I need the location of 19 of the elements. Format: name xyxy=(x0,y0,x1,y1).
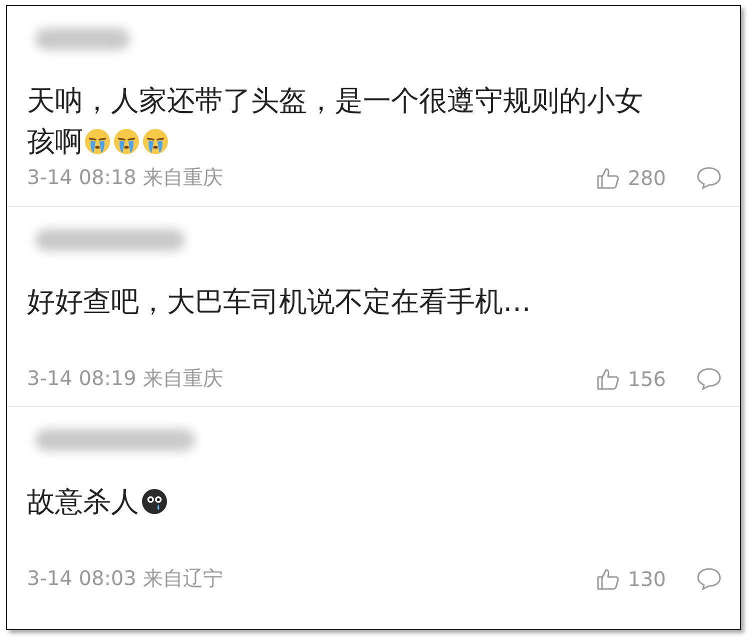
like-count: 130 xyxy=(628,566,666,590)
thumbs-up-icon[interactable] xyxy=(596,166,620,190)
comment-text: 天呐，人家还带了头盔，是一个很遵守规则的小女孩啊 xyxy=(27,83,644,160)
crying-face-icon xyxy=(113,128,140,155)
crying-face-icon xyxy=(142,128,169,155)
comment-meta: 3-14 08:19 来自重庆 xyxy=(27,365,223,392)
comment-icon[interactable] xyxy=(696,166,722,190)
comment-text: 故意杀人 xyxy=(27,481,647,563)
like-count: 156 xyxy=(628,366,666,390)
comment-icon[interactable] xyxy=(696,366,722,390)
crying-face-icon xyxy=(84,128,111,155)
like-count: 280 xyxy=(628,166,666,190)
comment-meta: 3-14 08:18 来自重庆 xyxy=(27,164,223,191)
comment-meta: 3-14 08:03 来自辽宁 xyxy=(27,565,223,592)
comment-text: 好好查吧，大巴车司机说不定在看手机… xyxy=(27,284,532,320)
tearful-face-icon xyxy=(141,488,168,515)
thumbs-up-icon[interactable] xyxy=(596,366,620,390)
thumbs-up-icon[interactable] xyxy=(596,566,620,590)
comment-icon[interactable] xyxy=(696,566,722,590)
